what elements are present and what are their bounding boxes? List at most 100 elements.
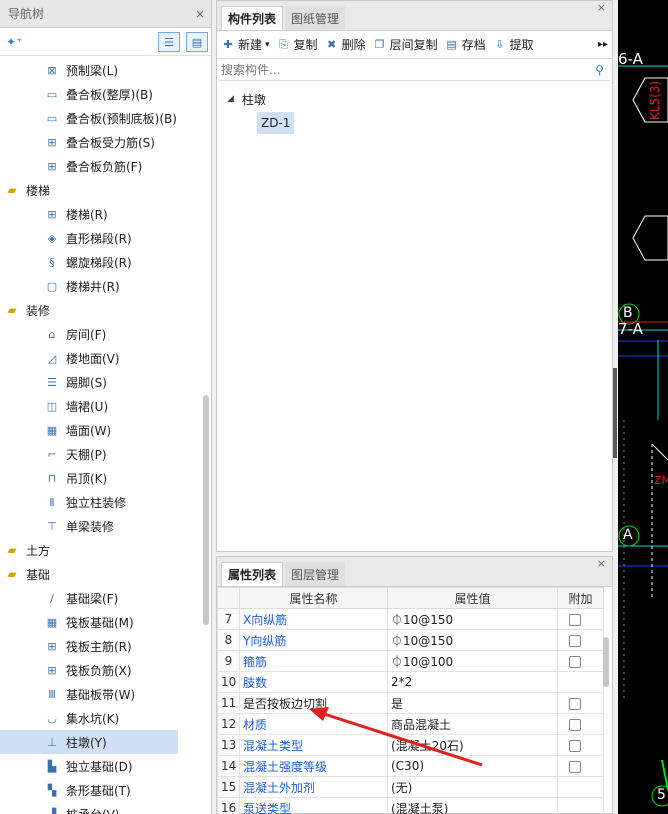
property-value[interactable]: 商品混凝土	[387, 713, 558, 735]
tree-item-label: 墙裙(U)	[66, 399, 109, 414]
table-row[interactable]: 10 肢数 2*2	[217, 671, 604, 693]
tree-item[interactable]: ⌂ 房间(F)	[0, 322, 200, 346]
drawing-canvas[interactable]: 6-A KL5(3) B 7-A A ZM 5	[618, 0, 668, 814]
composite-slab-icon: ▭	[46, 87, 58, 101]
tab-component-list[interactable]: 构件列表	[221, 6, 284, 30]
tree-item[interactable]: ▭ 叠合板(预制底板)(B)	[0, 106, 200, 130]
tree-item[interactable]: ▚ 条形基础(T)	[0, 778, 200, 802]
tree-item[interactable]: ⊞ 叠合板负筋(F)	[0, 154, 200, 178]
extra-checkbox[interactable]	[569, 718, 581, 731]
tree-item[interactable]: ▟ 桩承台(V)	[0, 802, 200, 814]
tree-category[interactable]: ▰ 土方	[0, 538, 200, 562]
extra-checkbox[interactable]	[569, 613, 581, 626]
tree-item[interactable]: ▙ 独立基础(D)	[0, 754, 200, 778]
tree-item[interactable]: ⊠ 预制梁(L)	[0, 58, 200, 82]
layer-copy-button[interactable]: ❐ 层间复制	[373, 36, 438, 53]
delete-button[interactable]: ✖ 删除	[325, 36, 366, 53]
extra-checkbox[interactable]	[569, 739, 581, 752]
tree-item[interactable]: ◿ 楼地面(V)	[0, 346, 200, 370]
copy-button[interactable]: ⎘ 复制	[277, 36, 317, 53]
tree-item[interactable]: ◫ 墙裙(U)	[0, 394, 200, 418]
raft-neg-rebar-icon: ⊞	[47, 663, 57, 677]
tree-category[interactable]: ▰ 楼梯	[0, 178, 200, 202]
table-row[interactable]: 8 Y向纵筋 ⏀10@150	[217, 629, 604, 651]
table-row[interactable]: 11 是否按板边切割是	[217, 692, 604, 714]
property-value[interactable]: (混凝土泵)	[387, 797, 558, 814]
archive-button[interactable]: ▤ 存档	[445, 36, 485, 53]
property-value[interactable]: (无)	[387, 776, 558, 798]
splitter-grip[interactable]	[613, 368, 617, 458]
close-icon[interactable]: ×	[597, 1, 606, 14]
table-row[interactable]: 7 X向纵筋 ⏀10@150	[217, 608, 604, 630]
extra-checkbox[interactable]	[569, 760, 581, 773]
tree-item[interactable]: ⊓ 吊顶(K)	[0, 466, 200, 490]
property-value[interactable]: 是	[387, 692, 558, 714]
tree-node-column-pier[interactable]: ◢ 柱墩	[217, 87, 612, 111]
floor-icon: ◿	[47, 351, 57, 365]
property-value[interactable]: ⏀10@100	[387, 650, 558, 672]
property-extra	[557, 734, 604, 756]
tree-category[interactable]: ▰ 装修	[0, 298, 200, 322]
extract-button[interactable]: ⇩ 提取	[493, 36, 534, 53]
table-row[interactable]: 15 混凝土外加剂 (无)	[217, 776, 604, 798]
detail-view-button[interactable]: ▤	[186, 32, 208, 52]
tree-item[interactable]: ∕ 基础梁(F)	[0, 586, 200, 610]
close-icon[interactable]: ×	[597, 557, 606, 570]
property-value[interactable]: (混凝土20石)	[387, 734, 558, 756]
extra-checkbox[interactable]	[569, 697, 581, 710]
tree-item[interactable]: ⌐ 天棚(P)	[0, 442, 200, 466]
tree-item[interactable]: ▦ 筏板基础(M)	[0, 610, 200, 634]
tree-item[interactable]: § 螺旋梯段(R)	[0, 250, 200, 274]
tree-item-label: 楼梯(R)	[66, 207, 108, 222]
extra-checkbox[interactable]	[569, 655, 581, 668]
property-scrollbar[interactable]	[603, 637, 609, 687]
tree-item[interactable]: ⊞ 筏板主筋(R)	[0, 634, 200, 658]
tree-item[interactable]: ◈ 直形梯段(R)	[0, 226, 200, 250]
diagonal-line	[651, 443, 668, 461]
hexagon-column-2	[632, 215, 668, 261]
property-value[interactable]: ⏀10@150	[387, 629, 558, 651]
navigation-scrollbar[interactable]	[203, 395, 209, 625]
tree-item-label: 直形梯段(R)	[66, 231, 132, 246]
close-icon[interactable]: ×	[195, 7, 205, 21]
tree-item[interactable]: ▢ 楼梯井(R)	[0, 274, 200, 298]
tree-item[interactable]: ⊥ 柱墩(Y)	[0, 730, 178, 754]
tab-drawing-management[interactable]: 图纸管理	[285, 6, 346, 30]
tree-item-label: 叠合板(预制底板)(B)	[66, 111, 177, 126]
extra-checkbox[interactable]	[569, 634, 581, 647]
precast-beam-icon: ⊠	[47, 63, 57, 77]
table-row[interactable]: 9 箍筋 ⏀10@100	[217, 650, 604, 672]
table-row[interactable]: 16 泵送类型 (混凝土泵)	[217, 797, 604, 814]
new-button[interactable]: ✚ 新建 ▾	[221, 36, 270, 53]
dropdown-caret-icon[interactable]: ▾	[265, 40, 270, 50]
property-value[interactable]: ⏀10@150	[387, 608, 558, 630]
tree-item[interactable]: ▭ 叠合板(整厚)(B)	[0, 82, 200, 106]
list-view-button[interactable]: ☰	[158, 32, 180, 52]
tab-property-list[interactable]: 属性列表	[221, 562, 284, 586]
tree-item[interactable]: ⊞ 筏板负筋(X)	[0, 658, 200, 682]
tree-item[interactable]: ◡ 集水坑(K)	[0, 706, 200, 730]
search-input[interactable]	[221, 62, 581, 77]
property-value[interactable]: 2*2	[387, 671, 558, 693]
tree-item[interactable]: ⊞ 叠合板受力筋(S)	[0, 130, 200, 154]
tab-layer-management[interactable]: 图层管理	[285, 562, 346, 586]
tree-item[interactable]: ▦ 墙面(W)	[0, 418, 200, 442]
tree-item[interactable]: Ⅲ 基础板带(W)	[0, 682, 200, 706]
tree-item[interactable]: ☰ 踢脚(S)	[0, 370, 200, 394]
property-value[interactable]: (C30)	[387, 755, 558, 777]
collapse-icon[interactable]: ◢	[227, 94, 234, 104]
search-icon[interactable]: ⚲	[595, 63, 604, 77]
stairwell-icon: ▢	[46, 279, 58, 293]
sparkle-pin-icon[interactable]: ✦⁺	[6, 35, 22, 49]
tree-node-zd1[interactable]: ZD-1	[217, 111, 612, 135]
tree-category[interactable]: ▰ 基础	[0, 562, 200, 586]
table-row[interactable]: 14 混凝土强度等级 (C30)	[217, 755, 604, 777]
tree-item[interactable]: Ⅱ 独立柱装修	[0, 490, 200, 514]
toolbar-more-icon[interactable]: ▸▸	[598, 39, 608, 50]
table-row[interactable]: 12 材质 商品混凝土	[217, 713, 604, 735]
tree-item[interactable]: ⊞ 楼梯(R)	[0, 202, 200, 226]
tree-item[interactable]: ⊤ 单梁装修	[0, 514, 200, 538]
table-row[interactable]: 13 混凝土类型 (混凝土20石)	[217, 734, 604, 756]
property-name: 箍筋	[239, 650, 388, 672]
beam-label: KL5(3)	[648, 80, 662, 120]
